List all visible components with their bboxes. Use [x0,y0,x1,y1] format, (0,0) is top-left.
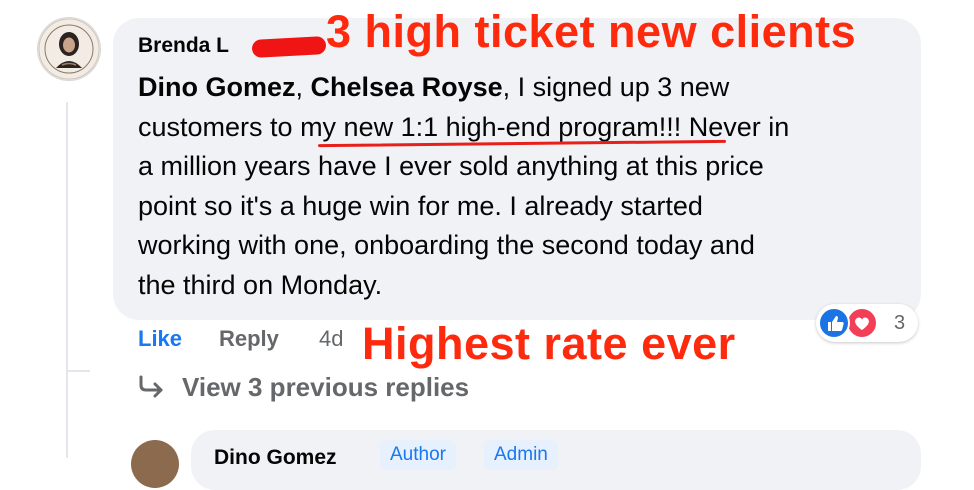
love-icon [846,307,878,339]
comment-text-2a: customers to [138,111,301,142]
comment-text-2c: Never in [681,111,790,142]
author-badge: Author [380,440,456,470]
next-comment-avatar[interactable] [131,440,179,488]
comment-line-6: the third on Monday. [138,269,383,300]
reply-button[interactable]: Reply [219,326,279,352]
annotation-top-text: 3 high ticket new clients [326,6,857,57]
comment-line-3: a million years have I ever sold anythin… [138,151,764,181]
avatar-image [38,18,100,80]
reaction-count: 3 [894,312,906,334]
comment-body: Dino Gomez, Chelsea Royse, I signed up 3… [138,68,898,305]
reply-arrow-icon [138,374,166,400]
comment-text-2b: my new 1:1 high-end program!!! [300,111,682,142]
admin-badge: Admin [484,440,558,470]
thread-line [66,102,68,458]
mention-dino-gomez[interactable]: Dino Gomez [138,72,296,102]
annotation-middle-text: Highest rate ever [362,318,736,369]
comment-line-5: working with one, onboarding the second … [138,230,755,260]
reactions-summary[interactable]: 3 [816,304,918,342]
like-button[interactable]: Like [138,326,182,352]
next-comment-author[interactable]: Dino Gomez [214,446,337,470]
avatar[interactable] [38,18,100,80]
mention-separator: , [295,72,311,102]
comment-line-4: point so it's a huge win for me. I alrea… [138,190,703,221]
comment-timestamp[interactable]: 4d [319,326,343,352]
comment-author[interactable]: Brenda L [138,34,229,58]
comment-text-1: , I signed up 3 new [502,72,730,102]
mention-chelsea-royse[interactable]: Chelsea Royse [311,72,503,102]
comment-line-1: Dino Gomez, Chelsea Royse, I signed up 3… [138,68,898,108]
like-icon [818,307,850,339]
thread-branch [66,370,90,372]
view-replies-label: View 3 previous replies [182,372,470,402]
